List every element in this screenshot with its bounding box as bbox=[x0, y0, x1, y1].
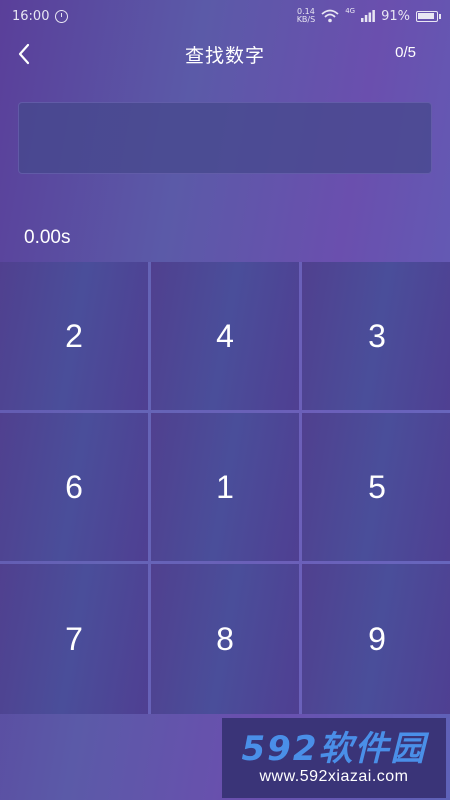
network-type: 4G bbox=[345, 7, 356, 15]
signal-icon bbox=[361, 10, 375, 22]
watermark-logo: 592软件园 www.592xiazai.com bbox=[222, 718, 446, 798]
back-button[interactable] bbox=[8, 38, 40, 70]
number-cell[interactable]: 2 bbox=[0, 262, 148, 410]
status-time: 16:00 bbox=[12, 8, 50, 24]
watermark-brand: 592软件园 bbox=[241, 729, 427, 769]
network-speed: 0.14 KB/S bbox=[297, 8, 316, 24]
number-cell[interactable]: 5 bbox=[302, 413, 450, 561]
status-bar: 16:00 0.14 KB/S 4G 91% bbox=[0, 0, 450, 32]
number-cell[interactable]: 8 bbox=[151, 564, 299, 714]
progress-count: 0/5 bbox=[395, 44, 416, 61]
battery-percent: 91% bbox=[381, 8, 410, 24]
number-cell[interactable]: 4 bbox=[151, 262, 299, 410]
number-grid: 2 4 3 6 1 5 7 8 9 bbox=[0, 262, 450, 714]
number-cell[interactable]: 9 bbox=[302, 564, 450, 714]
timer-readout: 0.00s bbox=[24, 227, 71, 248]
alarm-clock-icon bbox=[55, 9, 69, 23]
number-cell[interactable]: 3 bbox=[302, 262, 450, 410]
battery-icon bbox=[416, 10, 441, 22]
title-bar: 查找数字 0/5 bbox=[0, 34, 450, 74]
status-left: 16:00 bbox=[12, 8, 69, 24]
number-cell[interactable]: 6 bbox=[0, 413, 148, 561]
network-speed-unit: KB/S bbox=[296, 15, 316, 24]
page-title: 查找数字 bbox=[184, 44, 265, 67]
number-cell[interactable]: 1 bbox=[151, 413, 299, 561]
number-cell[interactable]: 7 bbox=[0, 564, 148, 714]
watermark-url: www.592xiazai.com bbox=[259, 768, 409, 785]
wifi-icon bbox=[321, 9, 339, 23]
target-display-box bbox=[18, 102, 432, 174]
chevron-left-icon bbox=[18, 43, 30, 65]
status-right: 0.14 KB/S 4G 91% bbox=[297, 7, 441, 24]
